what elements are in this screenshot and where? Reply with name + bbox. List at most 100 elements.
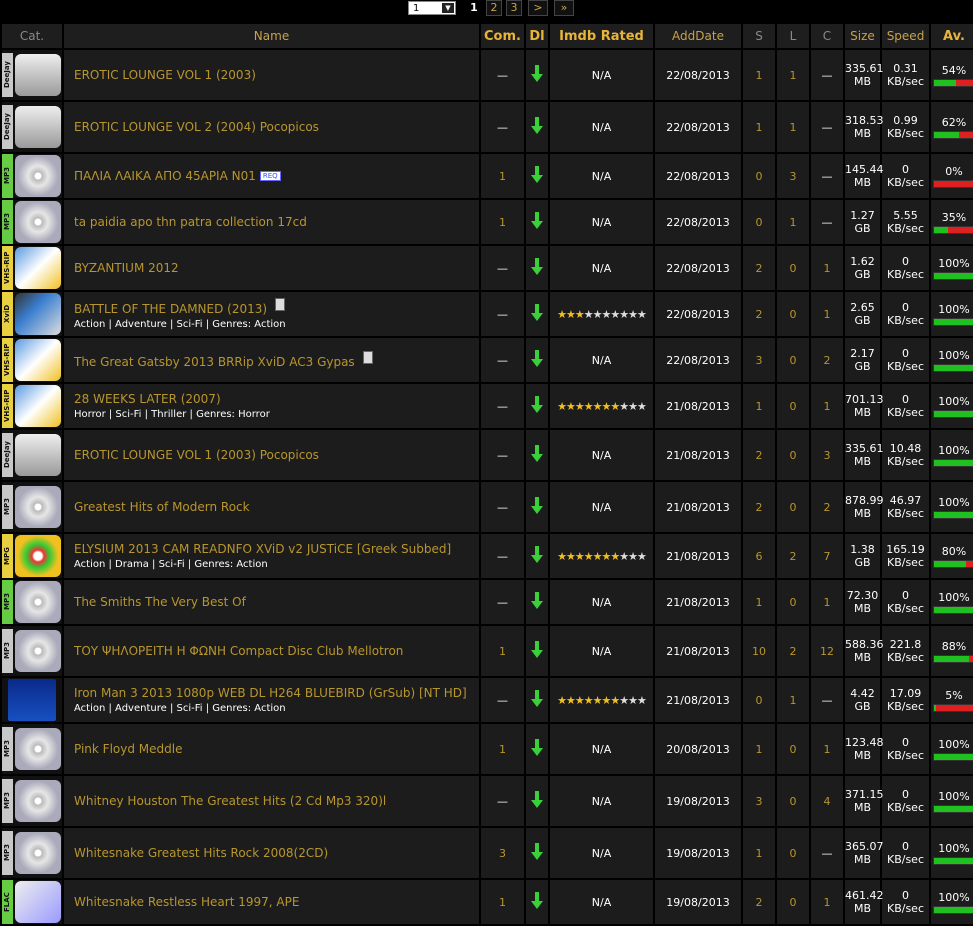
- category-mp3-icon[interactable]: [15, 780, 61, 822]
- leechers-count[interactable]: 1: [777, 678, 809, 722]
- category-mp3-icon[interactable]: [15, 486, 61, 528]
- category-mp3-icon[interactable]: [15, 630, 61, 672]
- comments-count[interactable]: —: [481, 430, 524, 480]
- category-cell[interactable]: VHS-RIP: [2, 338, 62, 382]
- torrent-name-link[interactable]: Pink Floyd Meddle: [74, 742, 182, 756]
- seeders-count[interactable]: 1: [743, 384, 775, 428]
- download-arrow-icon[interactable]: [531, 303, 543, 322]
- col-size[interactable]: Size: [845, 24, 880, 48]
- col-cat[interactable]: Cat.: [2, 24, 62, 48]
- col-adddate[interactable]: AddDate: [655, 24, 741, 48]
- col-imdb[interactable]: Imdb Rated: [550, 24, 653, 48]
- torrent-name-link[interactable]: EROTIC LOUNGE VOL 1 (2003): [74, 68, 256, 82]
- download-arrow-icon[interactable]: [531, 790, 543, 809]
- completed-count[interactable]: —: [811, 154, 843, 198]
- seeders-count[interactable]: 0: [743, 154, 775, 198]
- torrent-name-link[interactable]: Iron Man 3 2013 1080p WEB DL H264 BLUEBI…: [74, 686, 467, 700]
- download-arrow-icon[interactable]: [531, 545, 543, 564]
- col-speed[interactable]: Speed: [882, 24, 929, 48]
- torrent-name-link[interactable]: ΠΑΛΙΑ ΛΑΙΚΑ ΑΠΟ 45ΑΡΙΑ Ν01: [74, 169, 256, 183]
- comments-count[interactable]: —: [481, 776, 524, 826]
- category-mp3-icon[interactable]: [15, 155, 61, 197]
- torrent-name-link[interactable]: ΤΟΥ ΨΗΛΟΡΕΙΤΗ Η ΦΩΝΗ Compact Disc Club M…: [74, 644, 403, 658]
- seeders-count[interactable]: 1: [743, 102, 775, 152]
- leechers-count[interactable]: 2: [777, 534, 809, 578]
- torrent-name-link[interactable]: 28 WEEKS LATER (2007): [74, 392, 221, 406]
- col-seeders[interactable]: S: [743, 24, 775, 48]
- next-page-link[interactable]: >: [528, 0, 548, 16]
- download-arrow-icon[interactable]: [531, 891, 543, 910]
- completed-count[interactable]: 1: [811, 880, 843, 924]
- category-mp3-icon[interactable]: [15, 832, 61, 874]
- col-completed[interactable]: C: [811, 24, 843, 48]
- download-arrow-icon[interactable]: [531, 64, 543, 83]
- comments-count[interactable]: —: [481, 338, 524, 382]
- download-arrow-icon[interactable]: [531, 689, 543, 708]
- category-cell[interactable]: MP3: [2, 776, 62, 826]
- completed-count[interactable]: 1: [811, 384, 843, 428]
- leechers-count[interactable]: 0: [777, 482, 809, 532]
- leechers-count[interactable]: 0: [777, 338, 809, 382]
- leechers-count[interactable]: 0: [777, 776, 809, 826]
- leechers-count[interactable]: 0: [777, 580, 809, 624]
- torrent-name-link[interactable]: BATTLE OF THE DAMNED (2013): [74, 302, 267, 316]
- seeders-count[interactable]: 0: [743, 678, 775, 722]
- seeders-count[interactable]: 0: [743, 200, 775, 244]
- chevron-down-icon[interactable]: ▼: [442, 3, 454, 13]
- completed-count[interactable]: 1: [811, 580, 843, 624]
- completed-count[interactable]: —: [811, 102, 843, 152]
- seeders-count[interactable]: 6: [743, 534, 775, 578]
- category-vhs-icon[interactable]: [15, 339, 61, 381]
- page-select[interactable]: 1 ▼: [408, 1, 456, 15]
- comments-count[interactable]: —: [481, 534, 524, 578]
- torrent-name-link[interactable]: The Great Gatsby 2013 BRRip XviD AC3 Gyp…: [74, 355, 355, 369]
- download-arrow-icon[interactable]: [531, 738, 543, 757]
- category-deejay-icon[interactable]: [15, 54, 61, 96]
- category-cell[interactable]: MP3: [2, 828, 62, 878]
- seeders-count[interactable]: 2: [743, 292, 775, 336]
- comments-count[interactable]: —: [481, 482, 524, 532]
- completed-count[interactable]: 2: [811, 482, 843, 532]
- completed-count[interactable]: 3: [811, 430, 843, 480]
- category-cell[interactable]: VHS-RIP: [2, 384, 62, 428]
- category-mp3-icon[interactable]: [15, 581, 61, 623]
- leechers-count[interactable]: 1: [777, 102, 809, 152]
- comments-count[interactable]: —: [481, 292, 524, 336]
- category-blu-icon[interactable]: [8, 679, 56, 721]
- download-arrow-icon[interactable]: [531, 591, 543, 610]
- torrent-name-link[interactable]: ELYSIUM 2013 CAM READNFO XViD v2 JUSTiCE…: [74, 542, 451, 556]
- torrent-name-link[interactable]: BYZANTIUM 2012: [74, 261, 179, 275]
- category-deejay-icon[interactable]: [15, 434, 61, 476]
- comments-count[interactable]: 3: [481, 828, 524, 878]
- completed-count[interactable]: —: [811, 50, 843, 100]
- seeders-count[interactable]: 2: [743, 880, 775, 924]
- seeders-count[interactable]: 3: [743, 338, 775, 382]
- page-link-2[interactable]: 2: [486, 0, 502, 16]
- completed-count[interactable]: 4: [811, 776, 843, 826]
- category-cell[interactable]: MPG: [2, 534, 62, 578]
- category-xvid-icon[interactable]: [15, 293, 61, 335]
- torrent-name-link[interactable]: Whitesnake Greatest Hits Rock 2008(2CD): [74, 846, 328, 860]
- torrent-name-link[interactable]: EROTIC LOUNGE VOL 2 (2004) Pocopicos: [74, 120, 319, 134]
- category-cell[interactable]: MP3: [2, 580, 62, 624]
- leechers-count[interactable]: 1: [777, 50, 809, 100]
- download-arrow-icon[interactable]: [531, 640, 543, 659]
- category-cell[interactable]: DeeJay: [2, 102, 62, 152]
- col-name[interactable]: Name: [64, 24, 479, 48]
- download-arrow-icon[interactable]: [531, 444, 543, 463]
- torrent-name-link[interactable]: The Smiths The Very Best Of: [74, 595, 246, 609]
- download-arrow-icon[interactable]: [531, 395, 543, 414]
- comments-count[interactable]: 1: [481, 724, 524, 774]
- comments-count[interactable]: —: [481, 246, 524, 290]
- seeders-count[interactable]: 2: [743, 482, 775, 532]
- completed-count[interactable]: 1: [811, 292, 843, 336]
- last-page-link[interactable]: »: [554, 0, 574, 16]
- leechers-count[interactable]: 0: [777, 292, 809, 336]
- category-cell[interactable]: MP3: [2, 200, 62, 244]
- leechers-count[interactable]: 1: [777, 200, 809, 244]
- category-deejay-icon[interactable]: [15, 106, 61, 148]
- comments-count[interactable]: 1: [481, 154, 524, 198]
- nfo-file-icon[interactable]: [362, 351, 373, 364]
- torrent-name-link[interactable]: Greatest Hits of Modern Rock: [74, 500, 250, 514]
- category-vhs-icon[interactable]: [15, 385, 61, 427]
